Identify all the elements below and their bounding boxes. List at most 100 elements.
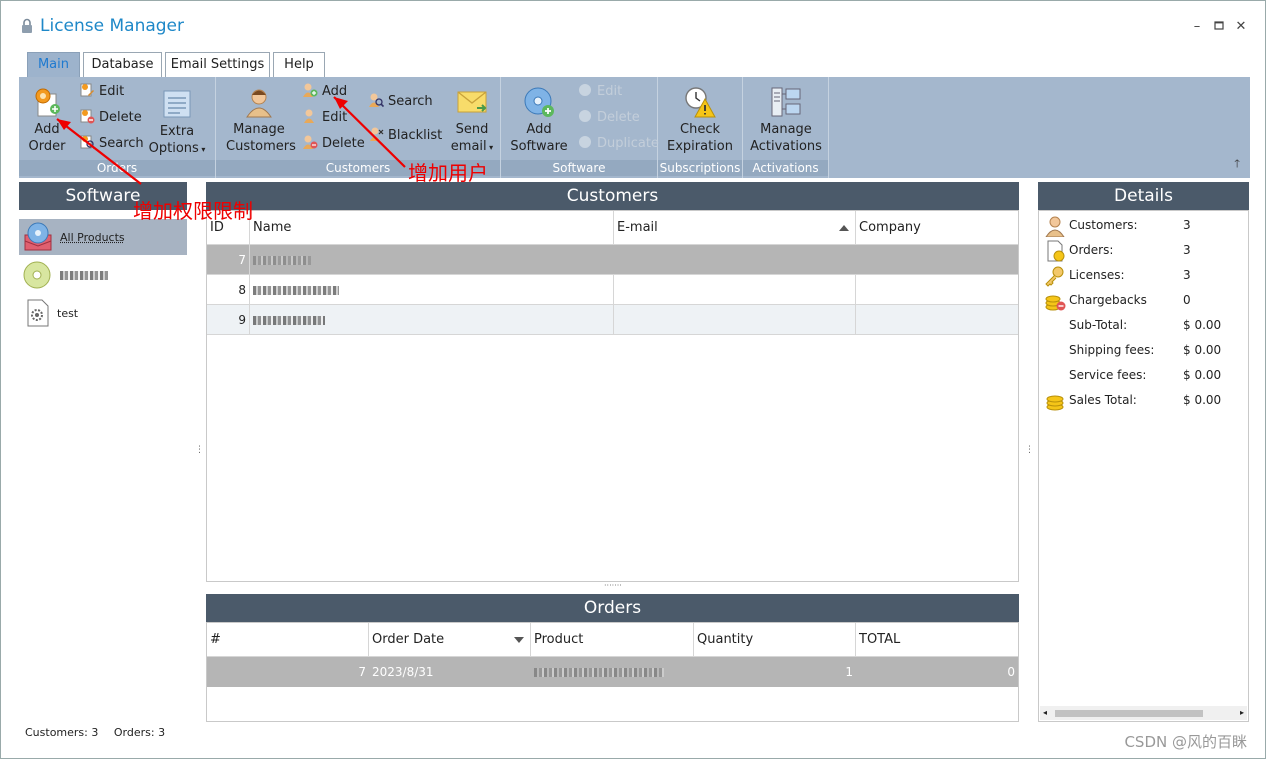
- detail-row-subtotal: Sub-Total: $ 0.00: [1039, 313, 1248, 338]
- edit-customer-button[interactable]: Edit: [302, 108, 347, 128]
- status-customers: Customers: 3: [25, 726, 99, 739]
- detail-value: 3: [1183, 268, 1191, 282]
- right-splitter[interactable]: ⋮: [1025, 445, 1034, 455]
- detail-label: Licenses:: [1069, 268, 1125, 282]
- add-customer-button[interactable]: Add: [302, 82, 347, 102]
- delete-order-button[interactable]: Delete: [79, 108, 142, 128]
- cell-order-date: 2023/8/31: [372, 665, 434, 679]
- sort-descending-icon: [514, 637, 524, 643]
- annotation-user: 增加用户: [408, 161, 488, 185]
- column-header-number[interactable]: #: [207, 623, 369, 657]
- add-order-icon: [35, 88, 60, 117]
- scrollbar-thumb[interactable]: [1055, 710, 1203, 717]
- table-row[interactable]: 7: [207, 245, 1018, 275]
- orders-icon: [1047, 240, 1065, 262]
- annotation-permission: 增加权限限制: [133, 199, 253, 223]
- details-horizontal-scrollbar[interactable]: ◂ ▸: [1040, 706, 1247, 720]
- edit-order-button[interactable]: Edit: [79, 82, 124, 102]
- manage-activations-button[interactable]: Manage Activations: [749, 85, 823, 155]
- delete-order-label: Delete: [99, 110, 142, 125]
- detail-value: 3: [1183, 243, 1191, 257]
- detail-value: $ 0.00: [1183, 318, 1222, 332]
- duplicate-software-label: Duplicate: [597, 136, 659, 151]
- blacklist-customer-button[interactable]: Blacklist: [368, 126, 442, 146]
- delete-customer-button[interactable]: Delete: [302, 134, 365, 154]
- duplicate-software-icon: [579, 136, 591, 148]
- software-item-test[interactable]: test: [19, 295, 187, 331]
- ribbon-group-orders: Add Order Edit Delete Search Extra Optio…: [19, 77, 216, 178]
- add-customer-label: Add: [322, 84, 348, 99]
- check-expiration-button[interactable]: Check Expiration: [664, 85, 736, 155]
- table-row[interactable]: 9: [207, 305, 1018, 335]
- software-item-label: All Products: [60, 230, 125, 244]
- tab-main[interactable]: Main: [27, 52, 80, 77]
- center-splitter[interactable]: ·······: [604, 581, 622, 590]
- detail-row-sales-total: Sales Total: $ 0.00: [1039, 388, 1248, 413]
- search-customer-button[interactable]: Search: [368, 92, 433, 112]
- column-header-company[interactable]: Company: [856, 211, 1018, 245]
- tab-email-settings[interactable]: Email Settings: [165, 52, 270, 77]
- tab-help[interactable]: Help: [273, 52, 325, 77]
- cell-quantity: 1: [845, 665, 853, 679]
- delete-software-label: Delete: [597, 110, 640, 125]
- edit-software-label: Edit: [597, 84, 623, 99]
- key-icon: [1045, 266, 1064, 287]
- detail-label: Customers:: [1069, 218, 1138, 232]
- edit-software-button[interactable]: Edit: [577, 82, 622, 102]
- cell-number: 7: [358, 665, 366, 679]
- scroll-right-icon[interactable]: ▸: [1240, 706, 1244, 720]
- minimize-button[interactable]: –: [1189, 19, 1205, 35]
- software-item-all-products[interactable]: All Products: [19, 219, 187, 255]
- column-header-total[interactable]: TOTAL: [856, 623, 1018, 657]
- column-header-product[interactable]: Product: [531, 623, 694, 657]
- collapse-ribbon-icon[interactable]: 🡑: [1234, 155, 1240, 174]
- cell-name: [250, 275, 614, 305]
- settings-file-icon: [27, 299, 49, 327]
- edit-customer-label: Edit: [322, 110, 348, 125]
- add-order-button[interactable]: Add Order: [25, 85, 69, 155]
- cell-id: 7: [207, 245, 250, 275]
- delete-software-button[interactable]: Delete: [577, 108, 640, 128]
- manage-customers-label: Manage Customers: [226, 122, 296, 154]
- clock-warning-icon: [685, 87, 716, 118]
- ribbon-group-software: Add Software Edit Delete Duplicate Softw…: [501, 77, 659, 178]
- tab-database[interactable]: Database: [83, 52, 162, 77]
- delete-customer-label: Delete: [322, 136, 365, 151]
- ribbon-group-subscriptions: Check Expiration Subscriptions: [658, 77, 743, 178]
- detail-label: Sales Total:: [1069, 393, 1137, 407]
- software-item-label: test: [57, 306, 79, 320]
- close-button[interactable]: ✕: [1233, 19, 1249, 35]
- add-software-button[interactable]: Add Software: [509, 85, 569, 155]
- cell-email: [614, 275, 856, 305]
- cell-name: [250, 305, 614, 335]
- envelope-icon: [457, 91, 487, 113]
- duplicate-software-button[interactable]: Duplicate: [577, 134, 659, 154]
- detail-row-shipping: Shipping fees: $ 0.00: [1039, 338, 1248, 363]
- manage-customers-icon: [246, 89, 272, 118]
- detail-value: $ 0.00: [1183, 343, 1222, 357]
- send-email-button[interactable]: Send email ▾: [448, 85, 496, 156]
- left-splitter[interactable]: ⋮: [195, 445, 204, 455]
- table-row[interactable]: 7 2023/8/31 1 0: [207, 657, 1018, 687]
- blacklist-icon: [370, 127, 384, 141]
- search-customer-icon: [369, 93, 384, 108]
- send-email-label: Send email: [450, 122, 489, 154]
- maximize-button[interactable]: [1211, 19, 1227, 35]
- column-header-name[interactable]: Name: [250, 211, 614, 245]
- column-header-quantity[interactable]: Quantity: [694, 623, 856, 657]
- redacted-text: [253, 256, 311, 265]
- column-header-email[interactable]: E-mail: [614, 211, 856, 245]
- table-row[interactable]: 8: [207, 275, 1018, 305]
- detail-label: Chargebacks: [1069, 293, 1147, 307]
- detail-label: Orders:: [1069, 243, 1114, 257]
- software-item-redacted[interactable]: [19, 257, 187, 293]
- app-window: License Manager – ✕ Main Database Email …: [0, 0, 1266, 759]
- manage-customers-button[interactable]: Manage Customers: [226, 85, 296, 155]
- column-header-order-date[interactable]: Order Date: [369, 623, 531, 657]
- status-bar: Customers: 3 Orders: 3: [25, 726, 165, 739]
- scroll-left-icon[interactable]: ◂: [1043, 706, 1047, 720]
- redacted-text: [534, 668, 664, 677]
- search-order-button[interactable]: Search: [79, 134, 144, 154]
- ribbon: Add Order Edit Delete Search Extra Optio…: [19, 77, 1250, 178]
- extra-options-button[interactable]: Extra Options ▾: [145, 87, 209, 158]
